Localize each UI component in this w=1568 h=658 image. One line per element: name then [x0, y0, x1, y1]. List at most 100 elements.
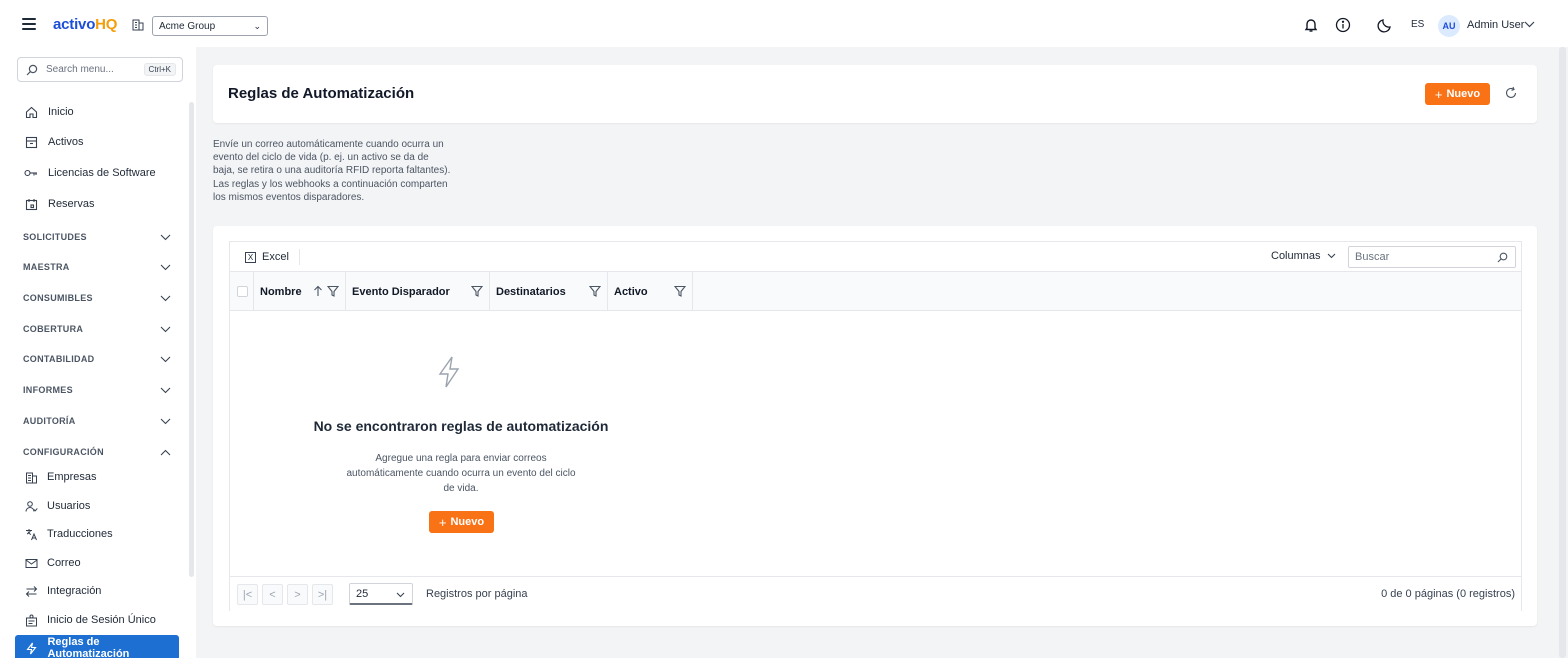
sidebar-section-solicitudes[interactable]: SOLICITUDES	[23, 232, 171, 242]
table-header: Nombre Evento Disparador Destinatarios A…	[230, 272, 1521, 311]
chevron-down-icon[interactable]	[1524, 21, 1535, 28]
chevron-down-icon	[160, 326, 171, 332]
sidebar-item-label: Empresas	[47, 471, 97, 483]
last-page-button[interactable]: >|	[312, 584, 333, 605]
chevron-down-icon	[396, 592, 405, 598]
sidebar-item-inicio[interactable]: Inicio	[24, 105, 74, 119]
excel-label: Excel	[262, 251, 289, 263]
page-title: Reglas de Automatización	[228, 85, 415, 102]
sso-icon	[25, 614, 37, 626]
select-all-checkbox[interactable]	[237, 286, 248, 297]
filter-icon[interactable]	[674, 285, 686, 297]
top-bar: activoHQ Acme Group ⌄ ES AU Admin User	[0, 0, 1568, 47]
sidebar-item-label: Reglas de Automatización	[47, 636, 130, 658]
section-label: MAESTRA	[23, 262, 70, 272]
first-page-icon: |<	[242, 588, 253, 601]
column-label: Evento Disparador	[352, 285, 450, 298]
column-label: Nombre	[260, 285, 302, 298]
translate-icon	[25, 528, 37, 540]
page-scrollbar[interactable]	[1559, 47, 1566, 658]
sort-ascending-icon[interactable]	[313, 285, 323, 297]
new-rule-button[interactable]: + Nuevo	[1425, 83, 1490, 105]
sidebar-item-traducciones[interactable]: Traducciones	[24, 527, 113, 541]
sidebar-item-label: Licencias de Software	[48, 167, 156, 179]
sidebar-item-reglas-automatizacion[interactable]: Reglas de Automatización	[15, 635, 179, 658]
grid-search-input[interactable]: Buscar	[1348, 246, 1516, 268]
sidebar-item-empresas[interactable]: Empresas	[24, 470, 97, 484]
refresh-icon[interactable]	[1504, 86, 1518, 100]
section-label: CONSUMIBLES	[23, 293, 93, 303]
filter-icon[interactable]	[471, 285, 483, 297]
sidebar: Search menu... Ctrl+K Inicio Activos Lic…	[0, 47, 196, 658]
company-select[interactable]: Acme Group ⌄	[152, 16, 268, 36]
first-page-button[interactable]: |<	[237, 584, 258, 605]
mail-icon	[25, 558, 37, 568]
column-header-nombre[interactable]: Nombre	[253, 272, 345, 311]
sidebar-item-usuarios[interactable]: Usuarios	[24, 499, 90, 513]
section-label: COBERTURA	[23, 324, 84, 334]
sidebar-section-consumibles[interactable]: CONSUMIBLES	[23, 293, 171, 303]
per-page-label: Registros por página	[426, 588, 528, 600]
bell-icon[interactable]	[1303, 17, 1319, 33]
last-page-icon: >|	[317, 588, 328, 601]
sidebar-section-contabilidad[interactable]: CONTABILIDAD	[23, 354, 171, 364]
section-label: CONTABILIDAD	[23, 354, 95, 364]
page-size-select[interactable]: 25	[349, 583, 413, 605]
sidebar-item-sso[interactable]: Inicio de Sesión Único	[24, 613, 156, 627]
avatar[interactable]: AU	[1438, 15, 1460, 37]
chevron-down-icon	[1327, 253, 1335, 259]
column-label: Activo	[614, 285, 648, 298]
page-description: Envíe un correo automáticamente cuando o…	[213, 139, 451, 203]
sidebar-item-reservas[interactable]: Reservas	[24, 197, 94, 211]
excel-export-button[interactable]: X Excel	[245, 251, 289, 263]
info-icon[interactable]	[1335, 17, 1351, 33]
shortcut-badge: Ctrl+K	[143, 63, 176, 76]
language-switch[interactable]: ES	[1411, 19, 1424, 30]
building-icon	[132, 19, 144, 31]
sidebar-item-label: Inicio de Sesión Único	[47, 614, 156, 626]
chevron-down-icon	[160, 418, 171, 424]
app-logo[interactable]: activoHQ	[53, 16, 117, 33]
sidebar-item-correo[interactable]: Correo	[24, 556, 81, 570]
columns-button[interactable]: Columnas	[1271, 250, 1336, 262]
empty-new-button[interactable]: + Nuevo	[429, 511, 494, 533]
prev-page-button[interactable]: <	[262, 584, 283, 605]
sidebar-item-label: Integración	[47, 585, 102, 597]
page-size-value: 25	[356, 587, 369, 600]
page-header: Reglas de Automatización + Nuevo	[213, 65, 1537, 123]
chevron-down-icon	[160, 387, 171, 393]
grid-search-placeholder: Buscar	[1355, 251, 1390, 263]
column-header-activo[interactable]: Activo	[607, 272, 693, 311]
filter-icon[interactable]	[327, 285, 339, 297]
chevron-down-icon	[160, 234, 171, 240]
sidebar-item-label: Correo	[47, 557, 81, 569]
sidebar-item-label: Usuarios	[47, 500, 91, 512]
sidebar-section-cobertura[interactable]: COBERTURA	[23, 324, 171, 334]
chevron-down-icon: ⌄	[253, 20, 261, 31]
sidebar-section-maestra[interactable]: MAESTRA	[23, 262, 171, 272]
excel-icon: X	[245, 251, 256, 263]
filter-icon[interactable]	[589, 285, 601, 297]
sidebar-section-informes[interactable]: INFORMES	[23, 385, 171, 395]
sidebar-search-input[interactable]: Search menu... Ctrl+K	[17, 57, 183, 82]
sidebar-section-configuracion[interactable]: CONFIGURACIÓN	[23, 447, 171, 457]
sidebar-item-integracion[interactable]: Integración	[24, 584, 101, 598]
sidebar-item-activos[interactable]: Activos	[24, 135, 83, 149]
moon-icon[interactable]	[1377, 17, 1393, 33]
sidebar-section-auditoria[interactable]: AUDITORÍA	[23, 416, 171, 426]
user-name[interactable]: Admin User	[1467, 19, 1524, 31]
plus-icon: +	[438, 514, 447, 530]
column-header-destinatarios[interactable]: Destinatarios	[489, 272, 607, 311]
pager: |< < > >| 25 Registros por página 0 de 0…	[230, 576, 1521, 611]
section-label: AUDITORÍA	[23, 416, 76, 426]
archive-icon	[25, 136, 37, 148]
arrows-icon	[25, 585, 37, 597]
column-header-evento[interactable]: Evento Disparador	[345, 272, 489, 311]
hamburger-menu-icon[interactable]	[22, 18, 36, 30]
calendar-icon	[25, 198, 37, 210]
next-page-button[interactable]: >	[287, 584, 308, 605]
sidebar-scrollbar[interactable]	[189, 102, 194, 577]
sidebar-item-licencias[interactable]: Licencias de Software	[24, 166, 156, 180]
section-label: SOLICITUDES	[23, 232, 87, 242]
home-icon	[25, 106, 37, 118]
